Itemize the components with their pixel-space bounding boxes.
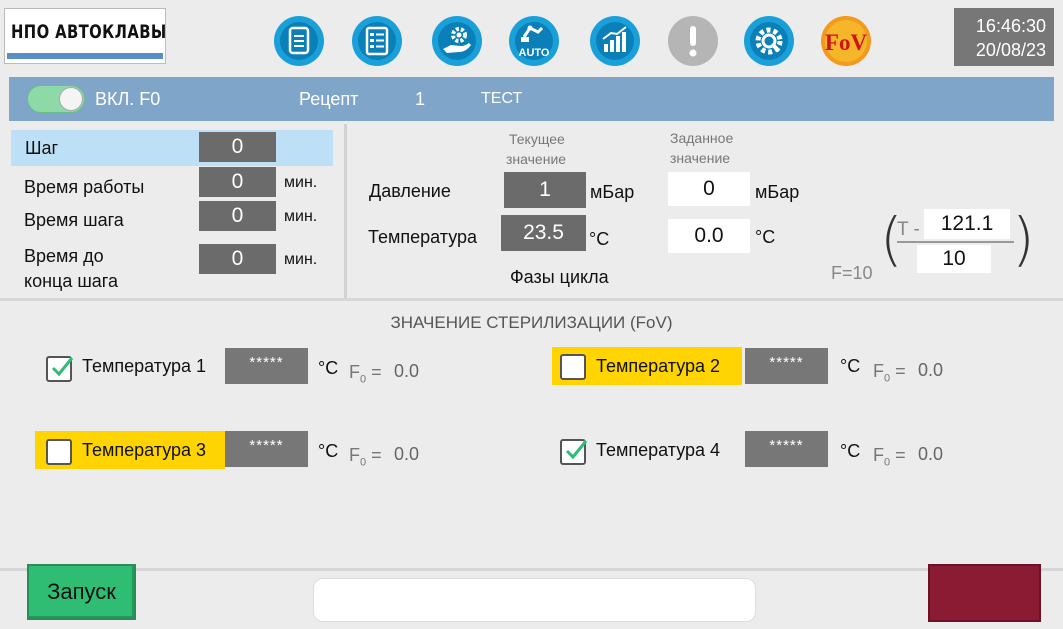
step-panel: Шаг 0 Время работы 0 мин. Время шага 0 м… <box>9 124 339 296</box>
reference-temp[interactable]: 121.1 <box>924 209 1010 239</box>
sensor-1-f0-value: 0.0 <box>394 361 420 381</box>
bar-chart-icon[interactable] <box>589 15 641 67</box>
temperature-setpoint-unit: °C <box>755 227 776 247</box>
temperature-setpoint[interactable]: 0.0 <box>668 219 750 253</box>
fov-label: FoV <box>825 30 868 55</box>
document-icon[interactable] <box>273 15 325 67</box>
recipe-name: ТЕСТ <box>481 90 523 107</box>
sensor-2-unit: °C <box>840 356 861 376</box>
sensor-1-checkbox[interactable] <box>46 356 74 382</box>
robot-auto-icon[interactable]: AUTO <box>508 15 560 67</box>
remaining-label-2: конца шага <box>24 271 118 291</box>
step-time-label: Время шага <box>24 210 124 230</box>
temperature-unit: °C <box>589 229 610 249</box>
pressure-label: Давление <box>369 181 451 201</box>
logo-text: НПО АВТОКЛАВЫ <box>11 21 167 43</box>
pressure-setpoint-unit: мБар <box>755 182 800 202</box>
sensor-1-f0-symbol: F0 = <box>349 362 382 386</box>
sensor-3-label: Температура 3 <box>82 440 207 460</box>
status-strip: ВКЛ. F0 Рецепт 1 ТЕСТ <box>9 77 1054 121</box>
formula-t-minus: T - <box>897 219 920 240</box>
step-label: Шаг <box>25 138 59 158</box>
sensor-2-checkbox[interactable] <box>560 354 586 380</box>
alarm-icon[interactable] <box>667 15 719 67</box>
recipe-label: Рецепт <box>299 89 359 109</box>
sensor-1-value: ***** <box>225 348 308 384</box>
clock: 16:46:30 20/08/23 <box>954 8 1054 66</box>
sensor-4-unit: °C <box>840 441 861 461</box>
top-bar: НПО АВТОКЛАВЫ AUTO FoV 16:46:30 20/08/23 <box>0 0 1063 72</box>
setpoint-caption-1: Заданное <box>670 130 734 146</box>
sensor-3-checkbox[interactable] <box>46 439 72 465</box>
auto-label: AUTO <box>519 47 550 59</box>
checklist-icon[interactable] <box>351 15 403 67</box>
step-row <box>11 130 333 166</box>
sensor-3-unit: °C <box>318 441 339 461</box>
sensor-3-f0-value: 0.0 <box>394 444 420 464</box>
sensor-2-value: ***** <box>745 348 828 384</box>
remaining-value: 0 <box>199 244 276 274</box>
settings-icon[interactable] <box>743 15 795 67</box>
formula-base: F=10 <box>831 263 873 283</box>
clock-date: 20/08/23 <box>975 40 1046 60</box>
sensor-4-checkbox[interactable] <box>560 439 588 465</box>
company-logo: НПО АВТОКЛАВЫ <box>4 8 166 64</box>
step-time-unit: мин. <box>284 208 318 225</box>
start-button[interactable]: Запуск <box>27 564 136 620</box>
current-caption-1: Текущее <box>509 131 565 147</box>
step-value: 0 <box>199 132 276 162</box>
sensor-2-f0-value: 0.0 <box>918 360 944 380</box>
remaining-label-1: Время до <box>24 246 104 266</box>
sensor-4-f0-value: 0.0 <box>918 444 944 464</box>
sterilization-title: ЗНАЧЕНИЕ СТЕРИЛИЗАЦИИ (FoV) <box>390 313 673 332</box>
f0-toggle[interactable] <box>27 85 85 113</box>
bottom-divider <box>0 568 1063 571</box>
clock-time: 16:46:30 <box>975 16 1046 36</box>
temperature-label: Температура <box>368 227 478 247</box>
recipe-number: 1 <box>415 89 426 109</box>
setpoint-caption-2: значение <box>670 150 731 166</box>
check-icon <box>565 440 588 460</box>
sensor-3-f0-symbol: F0 = <box>349 445 382 469</box>
work-time-label: Время работы <box>24 177 145 197</box>
sensor-2-f0-symbol: F0 = <box>873 361 906 385</box>
toggle-label: ВКЛ. F0 <box>95 89 161 109</box>
fraction-line <box>897 241 1014 243</box>
panel-divider <box>344 124 347 298</box>
pressure-setpoint[interactable]: 0 <box>668 172 750 206</box>
sensor-4-f0-symbol: F0 = <box>873 445 906 469</box>
pressure-unit: мБар <box>590 182 635 202</box>
section-divider <box>0 298 1063 301</box>
step-time-value: 0 <box>199 201 276 231</box>
sensor-2-label: Температура 2 <box>596 356 721 376</box>
work-time-unit: мин. <box>284 174 318 191</box>
current-caption-2: значение <box>506 151 567 167</box>
stop-button[interactable] <box>928 564 1041 622</box>
toggle-knob <box>59 87 83 111</box>
fov-icon[interactable]: FoV <box>820 15 872 67</box>
hand-gear-icon[interactable] <box>431 15 483 67</box>
logo-underline <box>7 53 163 59</box>
sensor-4-label: Температура 4 <box>596 440 721 460</box>
check-icon <box>51 357 74 377</box>
work-time-value: 0 <box>199 167 276 197</box>
sensor-1-label: Температура 1 <box>82 356 207 376</box>
cycle-phases-label: Фазы цикла <box>510 267 609 287</box>
temperature-current: 23.5 <box>501 215 586 251</box>
z-value[interactable]: 10 <box>917 245 991 273</box>
remaining-unit: мин. <box>284 251 318 268</box>
formula-paren-right: ) <box>1012 205 1035 273</box>
message-field <box>313 578 756 622</box>
sensor-1-unit: °C <box>318 358 339 378</box>
sensor-4-value: ***** <box>745 431 828 467</box>
sensor-3-value: ***** <box>225 431 308 467</box>
pressure-current: 1 <box>504 172 586 208</box>
